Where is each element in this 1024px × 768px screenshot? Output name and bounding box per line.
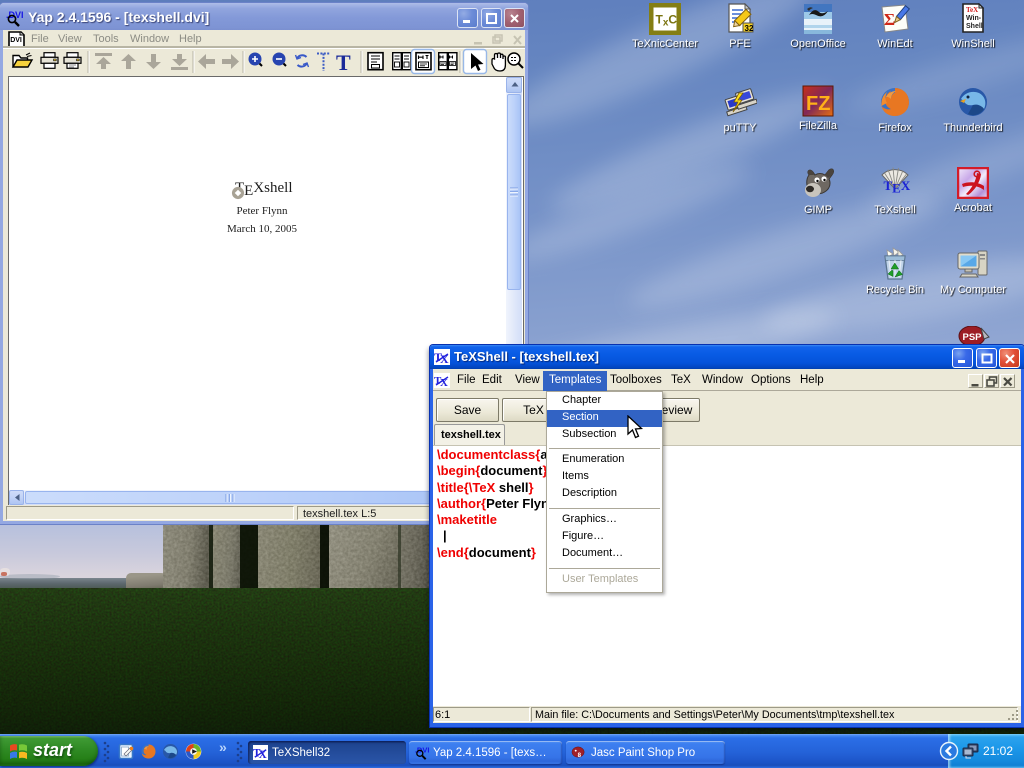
svg-text:32: 32: [745, 24, 754, 33]
svg-text:DVI: DVI: [10, 37, 22, 44]
svg-text:T: T: [336, 50, 351, 75]
svg-text:TeX: TeX: [966, 6, 978, 14]
svg-text:X: X: [440, 377, 448, 388]
svg-text:PSP: PSP: [963, 332, 983, 343]
svg-text:8: 8: [578, 752, 582, 759]
svg-text:Shell: Shell: [966, 23, 983, 30]
svg-text:TEX: TEX: [884, 178, 911, 196]
svg-text:FZ: FZ: [806, 93, 830, 115]
svg-text:Σ: Σ: [884, 10, 895, 29]
svg-text:Win-: Win-: [966, 15, 982, 22]
